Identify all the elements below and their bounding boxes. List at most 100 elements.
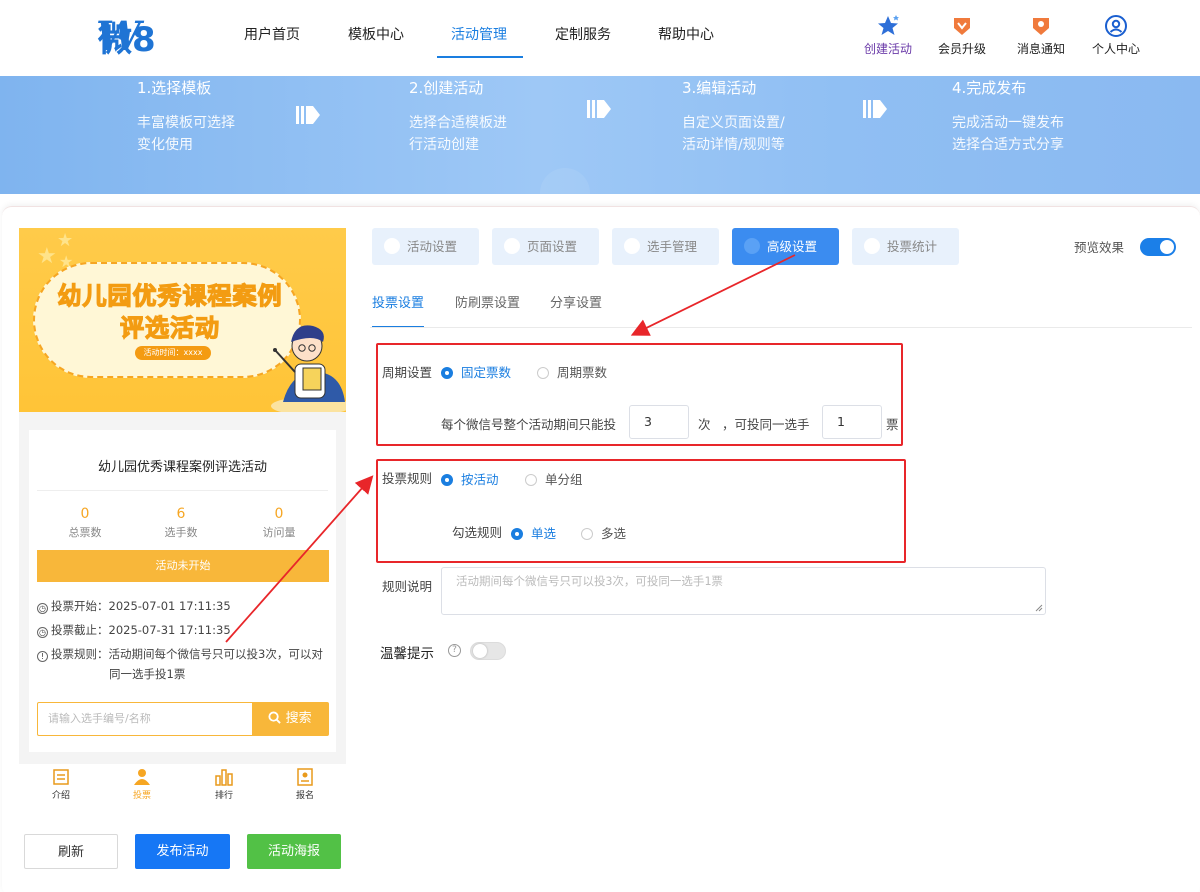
logo[interactable]: W 微8 [96, 13, 196, 60]
star-icon [878, 15, 899, 35]
step-title: 1.选择模板 [137, 79, 212, 97]
tab-label: 排行 [214, 791, 233, 801]
vote-start: ◷ 投票开始：2025-07-01 17:11:35 [37, 596, 231, 616]
poster-time: 活动时间：xxxx [135, 346, 211, 360]
top-nav: W 微8 用户首页 模板中心 活动管理 定制服务 帮助中心 创建活动 会员升级 … [0, 0, 1200, 76]
tab-rank[interactable]: 排行 [199, 768, 249, 801]
sliders-icon [744, 238, 760, 254]
clock-icon: ◷ [37, 627, 48, 638]
radio-dot [441, 367, 453, 379]
tab-intro[interactable]: 介绍 [36, 768, 86, 801]
step-desc-line: 活动详情/规则等 [682, 137, 785, 153]
steps-banner: 1.选择模板 丰富模板可选择 变化使用 2.创建活动 选择合适模板进 行活动创建 3… [0, 76, 1200, 194]
refresh-button[interactable]: 刷新 [24, 834, 118, 869]
tab-label: 高级设置 [767, 239, 818, 254]
cycle-text-2: 次 [698, 417, 711, 432]
tab-activity-settings[interactable]: 活动设置 [372, 228, 479, 265]
radio-dot [581, 528, 593, 540]
radio-label: 单分组 [545, 472, 583, 487]
rule-desc-label: 规则说明 [382, 579, 433, 594]
cycle-text-4: 票 [886, 417, 899, 432]
tab-vote[interactable]: 投票 [117, 768, 167, 801]
nav-templates[interactable]: 模板中心 [348, 24, 404, 58]
publish-button[interactable]: 发布活动 [135, 834, 230, 869]
step-desc-line: 完成活动一键发布 [952, 115, 1064, 131]
radio-dot [441, 474, 453, 486]
preview-tabbar: 介绍 投票 排行 报名 [19, 764, 346, 812]
tab-player-manage[interactable]: 选手管理 [612, 228, 719, 265]
divider [37, 490, 328, 491]
tab-advanced-settings[interactable]: 高级设置 [732, 228, 839, 265]
banner-decoration [540, 168, 590, 194]
arrow-right-icon [863, 100, 887, 118]
check-rule-label: 勾选规则 [452, 525, 503, 540]
stats-icon [864, 238, 880, 254]
tab-page-settings[interactable]: 页面设置 [492, 228, 599, 265]
tab-signup[interactable]: 报名 [280, 768, 330, 801]
tab-label: 页面设置 [527, 239, 578, 254]
step-title: 4.完成发布 [952, 79, 1027, 97]
profile-button[interactable]: 个人中心 [1084, 14, 1148, 57]
subtab-share-settings[interactable]: 分享设置 [550, 292, 602, 311]
logo-text: 微8 [98, 19, 156, 60]
player-search[interactable]: 请输入选手编号/名称 搜索 [37, 702, 329, 736]
vip-upgrade-label: 会员升级 [937, 42, 986, 56]
stat-label: 访问量 [262, 526, 296, 539]
bell-icon [1033, 18, 1049, 35]
vote-rule-text: 投票规则：活动期间每个微信号只可以投3次，可以对 [51, 647, 323, 661]
rule-desc-textarea[interactable]: 活动期间每个微信号只可以投3次，可投同一选手1票 [441, 567, 1046, 615]
divider [370, 327, 1192, 328]
tab-label: 选手管理 [647, 239, 698, 254]
user-icon [1105, 15, 1127, 37]
vote-icon [134, 769, 150, 785]
preview-toggle-label: 预览效果 [1074, 240, 1125, 255]
cycle-settings-label: 周期设置 [382, 365, 433, 380]
radio-by-activity[interactable]: 按活动 [441, 469, 499, 488]
nav-custom-service[interactable]: 定制服务 [555, 24, 611, 58]
votes-per-user-input[interactable]: 3 [629, 405, 689, 439]
vote-rule: ! 投票规则：活动期间每个微信号只可以投3次，可以对 [37, 644, 323, 664]
poster-title-line: 评选活动 [119, 313, 220, 342]
nav-activity-manage[interactable]: 活动管理 [437, 24, 523, 58]
step-desc-line: 选择合适模板进 [409, 115, 507, 131]
preview-toggle[interactable] [1140, 238, 1176, 256]
radio-label: 按活动 [461, 472, 499, 487]
activity-info-card: 幼儿园优秀课程案例评选活动 0 总票数 6 选手数 0 访问量 活动未开始 ◷ 投… [29, 430, 336, 752]
activity-status: 活动未开始 [37, 550, 329, 582]
radio-cycle-votes[interactable]: 周期票数 [537, 362, 607, 381]
subtab-vote-settings[interactable]: 投票设置 [372, 292, 425, 328]
radio-by-group[interactable]: 单分组 [525, 469, 583, 488]
activity-poster: ★ ★ ★ 幼儿园优秀课程案例 评选活动 活动时间：xxxx [19, 228, 346, 412]
star-icon: ★ [57, 230, 74, 251]
vip-upgrade-button[interactable]: 会员升级 [930, 14, 994, 57]
cycle-text-3: ，可投同一选手 [722, 417, 810, 432]
radio-single-select[interactable]: 单选 [511, 523, 556, 542]
arrow-right-icon [587, 100, 611, 118]
radio-label: 周期票数 [557, 365, 608, 380]
radio-multi-select[interactable]: 多选 [581, 523, 626, 542]
tip-toggle[interactable] [470, 642, 506, 660]
votes-same-player-input[interactable]: 1 [822, 405, 882, 439]
subtab-anti-fraud[interactable]: 防刷票设置 [455, 292, 520, 311]
cycle-text-1: 每个微信号整个活动期间只能投 [441, 417, 617, 432]
poster-button[interactable]: 活动海报 [247, 834, 341, 869]
radio-fixed-votes[interactable]: 固定票数 [441, 362, 511, 381]
step-title: 2.创建活动 [409, 79, 484, 97]
notifications-button[interactable]: 消息通知 [1009, 14, 1073, 57]
step-desc-line: 行活动创建 [409, 137, 479, 153]
search-button[interactable]: 搜索 [252, 703, 328, 735]
resize-grip-icon[interactable] [1035, 604, 1043, 612]
search-input[interactable]: 请输入选手编号/名称 [48, 703, 151, 735]
step-desc-line: 丰富模板可选择 [137, 115, 235, 131]
rule-desc-placeholder: 活动期间每个微信号只可以投3次，可投同一选手1票 [456, 574, 723, 588]
poster-title: 幼儿园优秀课程案例 评选活动 [43, 280, 297, 344]
radio-dot [525, 474, 537, 486]
profile-label: 个人中心 [1091, 42, 1140, 56]
nav-help[interactable]: 帮助中心 [658, 24, 714, 58]
create-activity-button[interactable]: 创建活动 [856, 14, 920, 57]
vote-start-text: 投票开始：2025-07-01 17:11:35 [51, 599, 231, 613]
nav-home[interactable]: 用户首页 [244, 24, 300, 58]
help-icon[interactable]: ? [448, 644, 461, 657]
tab-vote-stats[interactable]: 投票统计 [852, 228, 959, 265]
create-activity-label: 创建活动 [863, 42, 912, 56]
